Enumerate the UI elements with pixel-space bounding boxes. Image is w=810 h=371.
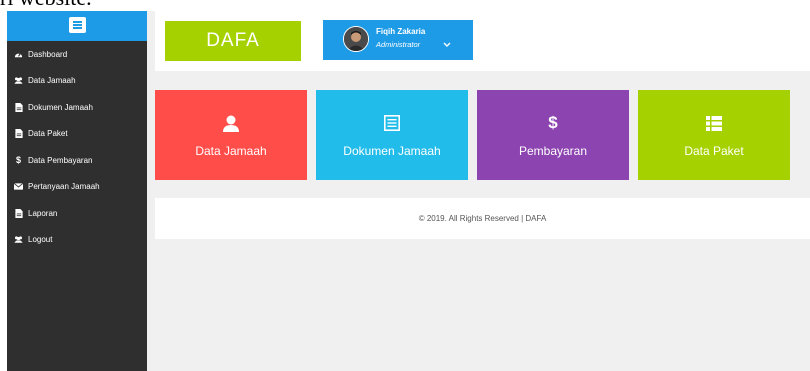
file-icon [14, 102, 23, 112]
copyright-text: © 2019. All Rights Reserved | DAFA [418, 214, 547, 223]
user-role: Administrator [376, 40, 421, 49]
dollar-icon: $ [15, 155, 21, 166]
list-icon [706, 112, 722, 134]
hamburger-icon[interactable] [69, 17, 86, 33]
sidebar-item-data-pembayaran[interactable]: $ Data Pembayaran [7, 147, 147, 174]
sidebar-item-label: Dokumen Jamaah [28, 102, 93, 112]
sidebar-item-label: Logout [28, 235, 53, 245]
tile-dokumen-jamaah[interactable]: Dokumen Jamaah [316, 90, 468, 180]
tile-label: Dokumen Jamaah [343, 144, 441, 158]
sidebar-item-logout[interactable]: Logout [7, 227, 147, 254]
tachometer-icon [14, 50, 23, 59]
users-icon [14, 235, 23, 244]
main-content: DAFA Fiqih Zakaria Administrator Data Ja… [155, 11, 810, 371]
sidebar-item-label: Data Jamaah [28, 76, 76, 86]
top-header: DAFA Fiqih Zakaria Administrator [155, 11, 810, 71]
sidebar-item-label: Data Paket [28, 129, 68, 139]
sidebar-item-label: Laporan [28, 208, 58, 218]
sidebar-item-data-paket[interactable]: Data Paket [7, 121, 147, 148]
sidebar-item-label: Data Pembayaran [28, 155, 93, 165]
page-caption-text: ri website. [0, 0, 92, 10]
brand-logo[interactable]: DAFA [165, 21, 301, 61]
user-name: Fiqih Zakaria [376, 27, 426, 36]
dollar-icon: $ [548, 113, 558, 132]
sidebar-header [7, 11, 147, 41]
tile-label: Data Paket [684, 144, 744, 158]
sidebar-item-data-jamaah[interactable]: Data Jamaah [7, 68, 147, 95]
sidebar-item-laporan[interactable]: Laporan [7, 200, 147, 227]
user-menu-button[interactable]: Fiqih Zakaria Administrator [323, 20, 473, 60]
users-icon [14, 76, 23, 85]
file-icon [14, 129, 23, 139]
sidebar: Dashboard Data Jamaah Dokumen Jamaah Dat… [7, 11, 147, 371]
tile-data-jamaah[interactable]: Data Jamaah [155, 90, 307, 180]
footer: © 2019. All Rights Reserved | DAFA [155, 198, 810, 239]
admin-app-window: Dashboard Data Jamaah Dokumen Jamaah Dat… [7, 11, 810, 371]
tile-data-paket[interactable]: Data Paket [638, 90, 790, 180]
avatar [343, 26, 369, 52]
sidebar-item-label: Pertanyaan Jamaah [28, 182, 100, 192]
sidebar-item-dashboard[interactable]: Dashboard [7, 41, 147, 68]
tile-label: Pembayaran [518, 144, 588, 158]
chevron-down-icon [443, 35, 451, 53]
user-icon [223, 112, 239, 134]
sidebar-item-dokumen-jamaah[interactable]: Dokumen Jamaah [7, 94, 147, 121]
sidebar-item-pertanyaan-jamaah[interactable]: Pertanyaan Jamaah [7, 174, 147, 201]
file-icon [14, 208, 23, 218]
envelope-icon [14, 182, 23, 191]
dashboard-tiles: Data Jamaah Dokumen Jamaah $ Pembayaran … [155, 90, 810, 180]
sidebar-menu: Dashboard Data Jamaah Dokumen Jamaah Dat… [7, 41, 147, 253]
sidebar-item-label: Dashboard [28, 49, 68, 59]
tile-label: Data Jamaah [195, 144, 267, 158]
tile-pembayaran[interactable]: $ Pembayaran [477, 90, 629, 180]
list-alt-icon [384, 112, 400, 134]
